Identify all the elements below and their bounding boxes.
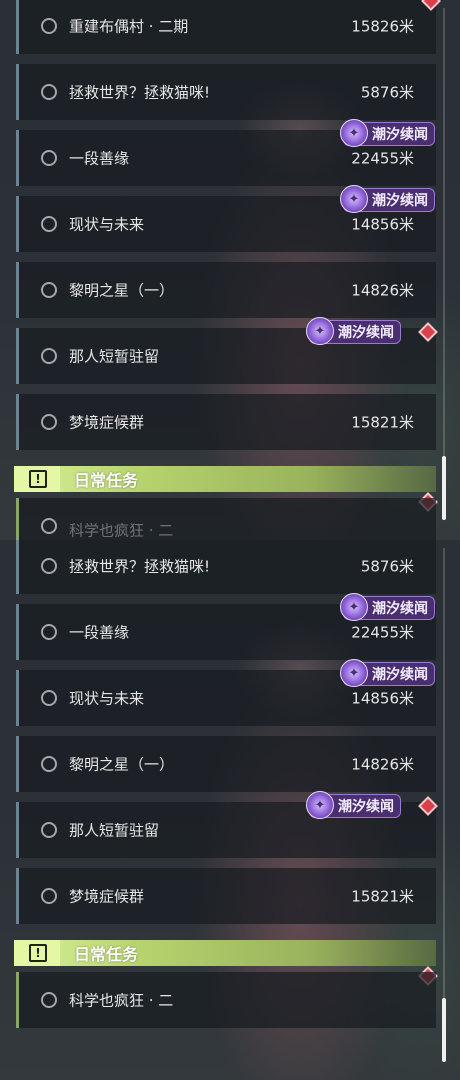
- radio-circle-icon[interactable]: [41, 216, 57, 232]
- quest-row-save-world-save-cats[interactable]: 拯救世界？拯救猫咪! 5876米: [16, 540, 436, 594]
- quest-row-star-of-dawn[interactable]: 黎明之星（一） 14826米: [16, 736, 436, 792]
- quest-title: 一段善缘: [69, 149, 130, 168]
- scrollbar-thumb[interactable]: [442, 998, 446, 1062]
- quest-panel-bottom: 拯救世界？拯救猫咪! 5876米 一段善缘 22455米 ✦ 潮汐续闻 现状与未…: [0, 540, 460, 1080]
- radio-circle-icon[interactable]: [41, 84, 57, 100]
- quest-title: 拯救世界？拯救猫咪!: [69, 557, 211, 576]
- tide-story-tag: ✦ 潮汐续闻: [340, 593, 435, 621]
- tag-label: 潮汐续闻: [372, 667, 428, 683]
- radio-circle-icon[interactable]: [41, 992, 57, 1008]
- quest-distance: 22455米: [351, 149, 414, 168]
- tide-story-tag: ✦ 潮汐续闻: [306, 791, 401, 819]
- tide-story-tag: ✦ 潮汐续闻: [306, 317, 401, 345]
- quest-row-dream-syndrome[interactable]: 梦境症候群 15821米: [16, 394, 436, 450]
- quest-title: 现状与未来: [69, 689, 145, 708]
- quest-distance: 5876米: [360, 557, 414, 576]
- scrollbar-track[interactable]: [443, 548, 445, 1060]
- tide-story-icon: ✦: [340, 593, 368, 621]
- section-title: 日常任务: [74, 945, 139, 964]
- quest-title: 科学也疯狂 · 二: [69, 991, 174, 1010]
- tide-story-tag: ✦ 潮汐续闻: [340, 119, 435, 147]
- scrollbar-thumb[interactable]: [442, 456, 446, 520]
- tide-story-icon: ✦: [340, 119, 368, 147]
- radio-circle-icon[interactable]: [41, 518, 57, 534]
- section-badge: !: [14, 466, 60, 492]
- quest-title: 梦境症候群: [69, 413, 145, 432]
- daily-row-science-madness[interactable]: 科学也疯狂 · 二: [16, 498, 436, 540]
- quest-row-dream-syndrome[interactable]: 梦境症候群 15821米: [16, 868, 436, 924]
- quest-distance: 14856米: [351, 215, 414, 234]
- quest-distance: 22455米: [351, 623, 414, 642]
- quest-distance: 15826米: [351, 17, 414, 36]
- radio-circle-icon[interactable]: [41, 348, 57, 364]
- radio-circle-icon[interactable]: [41, 690, 57, 706]
- section-title: 日常任务: [74, 471, 139, 490]
- daily-tasks-header[interactable]: ! 日常任务: [14, 466, 436, 492]
- quest-row-save-world-save-cats[interactable]: 拯救世界？拯救猫咪! 5876米: [16, 64, 436, 120]
- radio-circle-icon[interactable]: [41, 150, 57, 166]
- exclamation-icon: !: [29, 470, 47, 488]
- quest-title: 黎明之星（一）: [69, 755, 175, 774]
- quest-title: 现状与未来: [69, 215, 145, 234]
- tide-story-icon: ✦: [340, 659, 368, 687]
- exclamation-icon: !: [29, 944, 47, 962]
- quest-title: 黎明之星（一）: [69, 281, 175, 300]
- radio-circle-icon[interactable]: [41, 624, 57, 640]
- radio-circle-icon[interactable]: [41, 822, 57, 838]
- tide-story-icon: ✦: [306, 317, 334, 345]
- quest-list: 拯救世界？拯救猫咪! 5876米 一段善缘 22455米 ✦ 潮汐续闻 现状与未…: [0, 540, 460, 1080]
- quest-distance: 14826米: [351, 281, 414, 300]
- quest-list: 重建布偶村 · 二期 15826米 拯救世界？拯救猫咪! 5876米 一段善缘 …: [0, 0, 460, 540]
- quest-distance: 14826米: [351, 755, 414, 774]
- radio-circle-icon[interactable]: [41, 888, 57, 904]
- tag-label: 潮汐续闻: [372, 193, 428, 209]
- quest-title: 那人短暂驻留: [69, 347, 160, 366]
- section-badge: !: [14, 940, 60, 966]
- radio-circle-icon[interactable]: [41, 282, 57, 298]
- quest-title: 拯救世界？拯救猫咪!: [69, 83, 211, 102]
- quest-title: 一段善缘: [69, 623, 130, 642]
- quest-row-rebuild-ragdoll-village[interactable]: 重建布偶村 · 二期 15826米: [16, 0, 436, 54]
- tag-label: 潮汐续闻: [372, 601, 428, 617]
- radio-circle-icon[interactable]: [41, 18, 57, 34]
- tag-label: 潮汐续闻: [372, 127, 428, 143]
- radio-circle-icon[interactable]: [41, 414, 57, 430]
- quest-title: 梦境症候群: [69, 887, 145, 906]
- quest-distance: 14856米: [351, 689, 414, 708]
- daily-row-science-madness[interactable]: 科学也疯狂 · 二: [16, 972, 436, 1028]
- tag-label: 潮汐续闻: [338, 799, 394, 815]
- tide-story-tag: ✦ 潮汐续闻: [340, 185, 435, 213]
- quest-distance: 15821米: [351, 887, 414, 906]
- scrollbar-track[interactable]: [443, 8, 445, 520]
- quest-distance: 15821米: [351, 413, 414, 432]
- quest-distance: 5876米: [360, 83, 414, 102]
- tide-story-icon: ✦: [340, 185, 368, 213]
- quest-panel-top: 重建布偶村 · 二期 15826米 拯救世界？拯救猫咪! 5876米 一段善缘 …: [0, 0, 460, 540]
- quest-row-star-of-dawn[interactable]: 黎明之星（一） 14826米: [16, 262, 436, 318]
- radio-circle-icon[interactable]: [41, 558, 57, 574]
- tide-story-icon: ✦: [306, 791, 334, 819]
- quest-title: 那人短暂驻留: [69, 821, 160, 840]
- tag-label: 潮汐续闻: [338, 325, 394, 341]
- daily-tasks-header[interactable]: ! 日常任务: [14, 940, 436, 966]
- tide-story-tag: ✦ 潮汐续闻: [340, 659, 435, 687]
- quest-title: 重建布偶村 · 二期: [69, 17, 189, 36]
- radio-circle-icon[interactable]: [41, 756, 57, 772]
- quest-title: 科学也疯狂 · 二: [69, 521, 174, 540]
